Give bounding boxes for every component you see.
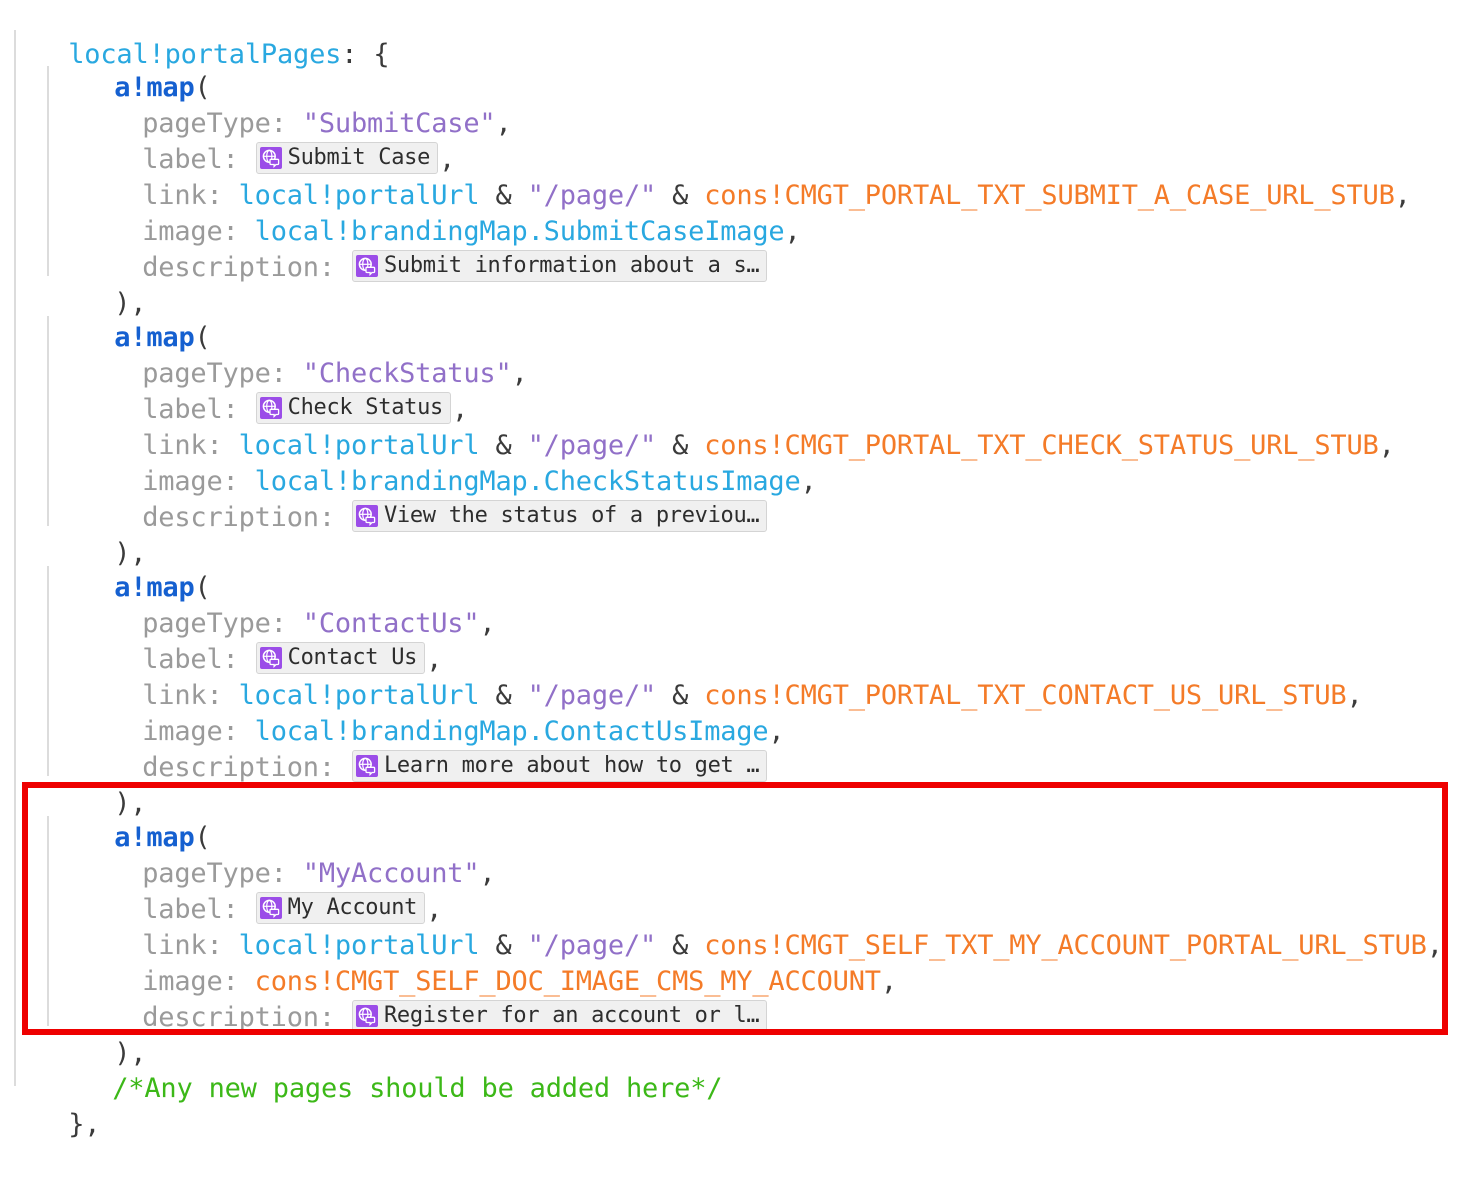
code-line-link[interactable]: link: local!portalUrl & "/page/" & cons!… (0, 391, 1472, 461)
code-line-root-open[interactable]: local!portalPages: { (0, 0, 1472, 70)
code-line-map-open[interactable]: a!map( (0, 783, 1472, 853)
code-line-comment[interactable]: /*Any new pages should be added here*/ (0, 1034, 1472, 1104)
code-line-image[interactable]: image: local!brandingMap.ContactUsImage, (0, 677, 1472, 747)
code-line-map-open[interactable]: a!map( (0, 33, 1472, 103)
token-close-brace-comma: }, (68, 1108, 101, 1140)
code-line-root-close[interactable]: }, (0, 1070, 1472, 1140)
code-line-pagetype[interactable]: pageType: "ContactUs", (0, 569, 1472, 639)
code-line-pagetype[interactable]: pageType: "CheckStatus", (0, 319, 1472, 389)
code-line-map-close[interactable]: ), (0, 999, 1472, 1069)
code-line-link[interactable]: link: local!portalUrl & "/page/" & cons!… (0, 141, 1472, 211)
code-line-link[interactable]: link: local!portalUrl & "/page/" & cons!… (0, 891, 1472, 961)
code-line-label[interactable]: label: My Account, (0, 855, 1472, 925)
code-line-label[interactable]: label: Submit Case, (0, 105, 1472, 175)
code-line-description[interactable]: description: Register for an account or … (0, 963, 1472, 1033)
code-line-map-close[interactable]: ), (0, 749, 1472, 819)
code-line-description[interactable]: description: Submit information about a … (0, 213, 1472, 283)
code-line-map-open[interactable]: a!map( (0, 283, 1472, 353)
code-line-description[interactable]: description: Learn more about how to get… (0, 713, 1472, 783)
code-editor-surface[interactable]: local!portalPages: { a!map( pageType: "S… (0, 0, 1472, 1140)
code-line-image[interactable]: image: local!brandingMap.SubmitCaseImage… (0, 177, 1472, 247)
code-line-map-open[interactable]: a!map( (0, 533, 1472, 603)
code-line-image[interactable]: image: local!brandingMap.CheckStatusImag… (0, 427, 1472, 497)
code-line-description[interactable]: description: View the status of a previo… (0, 463, 1472, 533)
code-line-map-close[interactable]: ), (0, 499, 1472, 569)
code-line-pagetype[interactable]: pageType: "MyAccount", (0, 819, 1472, 889)
code-line-label[interactable]: label: Check Status, (0, 355, 1472, 425)
code-line-image[interactable]: image: cons!CMGT_SELF_DOC_IMAGE_CMS_MY_A… (0, 927, 1472, 997)
code-line-map-close[interactable]: ), (0, 249, 1472, 319)
code-line-pagetype[interactable]: pageType: "SubmitCase", (0, 69, 1472, 139)
code-line-label[interactable]: label: Contact Us, (0, 605, 1472, 675)
code-line-link[interactable]: link: local!portalUrl & "/page/" & cons!… (0, 641, 1472, 711)
